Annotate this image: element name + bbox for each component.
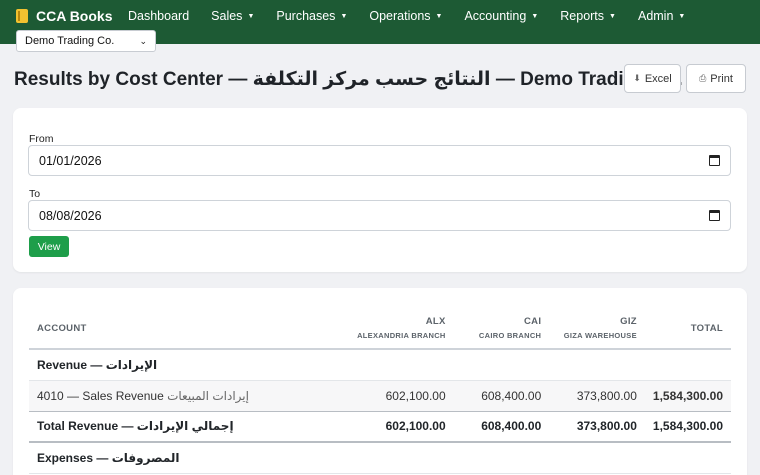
from-label: From <box>29 133 54 145</box>
excel-export-button[interactable]: ⬇ Excel <box>624 64 681 93</box>
caret-down-icon: ▼ <box>340 13 348 20</box>
col-total: Total <box>644 308 731 350</box>
caret-down-icon: ▼ <box>678 13 686 20</box>
to-date-input[interactable]: 08/08/2026 <box>28 200 731 231</box>
download-icon: ⬇ <box>633 73 641 83</box>
col-cai: CAI Cairo Branch <box>453 308 550 350</box>
company-select[interactable]: Demo Trading Co. ⌄ <box>16 30 156 52</box>
nav-sales[interactable]: Sales ▼ <box>211 8 254 25</box>
col-giz: GIZ Giza Warehouse <box>549 308 645 350</box>
company-select-value: Demo Trading Co. <box>25 35 115 47</box>
chevron-down-icon: ⌄ <box>139 35 147 46</box>
section-row-expenses: Expenses — المصروفات <box>29 442 731 474</box>
brand-link[interactable]: CCA Books <box>16 8 113 24</box>
account-cell: 4010 — Sales Revenue إيرادات المبيعات <box>29 380 348 411</box>
caret-down-icon: ▼ <box>435 13 443 20</box>
table-header-row: Account ALX Alexandria Branch CAI Cairo Br… <box>29 308 731 350</box>
from-date-input[interactable]: 01/01/2026 <box>28 145 731 176</box>
to-label: To <box>29 188 41 200</box>
main-nav: Dashboard Sales ▼ Purchases ▼ Operations ▼ … <box>128 8 685 25</box>
total-row-revenue: Total Revenue — إجمالي الإيرادات 602,100… <box>29 410 731 443</box>
nav-purchases[interactable]: Purchases ▼ <box>276 8 347 25</box>
print-button[interactable]: ⎙ Print <box>686 64 746 93</box>
nav-accounting[interactable]: Accounting ▼ <box>464 8 538 25</box>
section-row-revenue: Revenue — الإيرادات <box>29 349 731 381</box>
view-button[interactable]: View <box>29 236 69 257</box>
col-account: Account <box>29 308 348 350</box>
nav-admin[interactable]: Admin ▼ <box>638 8 685 25</box>
nav-reports[interactable]: Reports ▼ <box>560 8 616 25</box>
col-alx: ALX Alexandria Branch <box>347 308 454 350</box>
table-row[interactable]: 4010 — Sales Revenue إيرادات المبيعات 60… <box>29 380 731 411</box>
calendar-icon[interactable] <box>709 210 720 221</box>
nav-dashboard[interactable]: Dashboard <box>128 8 189 25</box>
book-icon <box>16 9 28 23</box>
brand-name: CCA Books <box>36 8 113 24</box>
calendar-icon[interactable] <box>709 155 720 166</box>
cost-center-table: Account ALX Alexandria Branch CAI Cairo Br… <box>29 308 731 474</box>
report-card: Account ALX Alexandria Branch CAI Cairo Br… <box>13 288 747 475</box>
page-title: Results by Cost Center — النتائج حسب مرك… <box>14 69 683 90</box>
filter-card: From 01/01/2026 To 08/08/2026 View <box>13 108 747 272</box>
caret-down-icon: ▼ <box>609 13 616 20</box>
caret-down-icon: ▼ <box>247 13 255 20</box>
nav-operations[interactable]: Operations ▼ <box>369 8 442 25</box>
caret-down-icon: ▼ <box>531 13 539 20</box>
printer-icon: ⎙ <box>699 73 707 83</box>
